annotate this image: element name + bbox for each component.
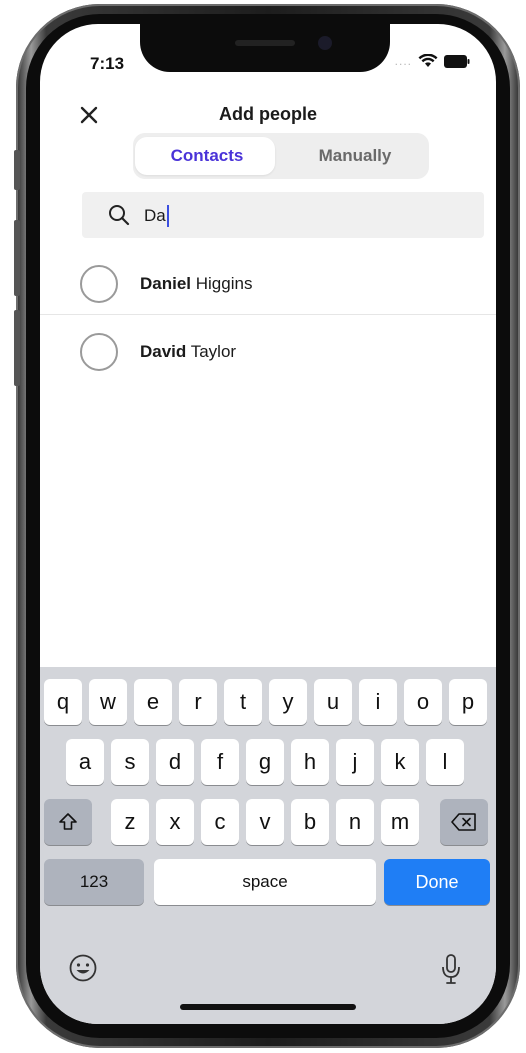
emoji-icon — [69, 954, 97, 982]
key-v[interactable]: v — [246, 799, 284, 845]
search-input[interactable]: Da — [82, 192, 484, 238]
battery-icon — [444, 54, 470, 68]
list-item[interactable]: David Taylor — [40, 320, 496, 386]
key-c[interactable]: c — [201, 799, 239, 845]
name-rest: Taylor — [186, 342, 237, 361]
key-m[interactable]: m — [381, 799, 419, 845]
status-time: 7:13 — [90, 54, 125, 73]
shift-key[interactable] — [44, 799, 92, 845]
key-x[interactable]: x — [156, 799, 194, 845]
divider — [40, 314, 496, 315]
key-f[interactable]: f — [201, 739, 239, 785]
phone-screen: 7:13 .... Add people Contacts Manually D… — [40, 24, 496, 1024]
key-r[interactable]: r — [179, 679, 217, 725]
wifi-icon — [418, 54, 438, 68]
key-y[interactable]: y — [269, 679, 307, 725]
dictation-button[interactable] — [440, 953, 462, 990]
page-title: Add people — [219, 104, 317, 124]
done-key[interactable]: Done — [384, 859, 490, 905]
key-e[interactable]: e — [134, 679, 172, 725]
speaker-grille — [235, 40, 295, 46]
emoji-button[interactable] — [68, 953, 98, 988]
key-h[interactable]: h — [291, 739, 329, 785]
tab-contacts[interactable]: Contacts — [133, 133, 281, 179]
name-rest: Higgins — [191, 274, 253, 293]
key-p[interactable]: p — [449, 679, 487, 725]
select-radio[interactable] — [80, 265, 118, 303]
name-match: Daniel — [140, 274, 192, 293]
volume-down-button — [14, 310, 20, 386]
nav-bar: Add people — [40, 96, 496, 136]
microphone-icon — [442, 954, 460, 984]
contact-name: Daniel Higgins — [140, 274, 252, 294]
silent-switch — [14, 150, 20, 190]
delete-key[interactable] — [440, 799, 488, 845]
volume-up-button — [14, 220, 20, 296]
contact-name: David Taylor — [140, 342, 236, 362]
search-value: Da — [144, 205, 169, 227]
signal-icon: .... — [394, 54, 412, 68]
key-n[interactable]: n — [336, 799, 374, 845]
tab-manually[interactable]: Manually — [281, 133, 429, 179]
key-d[interactable]: d — [156, 739, 194, 785]
name-match: David — [140, 342, 187, 361]
key-l[interactable]: l — [426, 739, 464, 785]
search-query: Da — [144, 206, 166, 225]
numbers-key[interactable]: 123 — [44, 859, 144, 905]
status-icons: .... — [395, 54, 470, 68]
notch — [140, 24, 390, 72]
text-cursor — [166, 205, 169, 227]
list-item[interactable]: Daniel Higgins — [40, 252, 496, 318]
front-camera — [318, 36, 332, 50]
segmented-control: Contacts Manually — [133, 133, 429, 179]
key-w[interactable]: w — [89, 679, 127, 725]
keyboard: q w e r t y u i o p a s d f g h j k l z … — [40, 667, 496, 1024]
search-icon — [108, 204, 130, 231]
key-u[interactable]: u — [314, 679, 352, 725]
key-k[interactable]: k — [381, 739, 419, 785]
key-g[interactable]: g — [246, 739, 284, 785]
key-j[interactable]: j — [336, 739, 374, 785]
key-q[interactable]: q — [44, 679, 82, 725]
key-s[interactable]: s — [111, 739, 149, 785]
space-key[interactable]: space — [154, 859, 376, 905]
select-radio[interactable] — [80, 333, 118, 371]
key-o[interactable]: o — [404, 679, 442, 725]
key-i[interactable]: i — [359, 679, 397, 725]
key-b[interactable]: b — [291, 799, 329, 845]
home-indicator[interactable] — [180, 1004, 356, 1010]
shift-icon — [59, 813, 77, 830]
key-t[interactable]: t — [224, 679, 262, 725]
backspace-icon — [451, 813, 476, 831]
key-z[interactable]: z — [111, 799, 149, 845]
key-a[interactable]: a — [66, 739, 104, 785]
